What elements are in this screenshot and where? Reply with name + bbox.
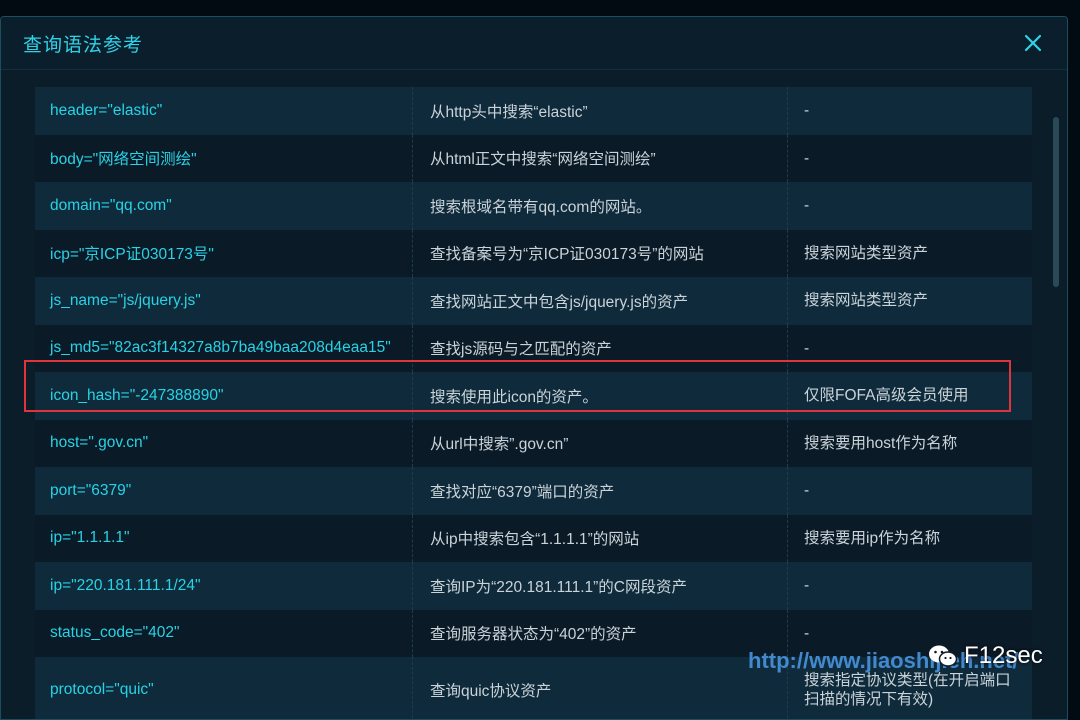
note-cell: 搜索要用host作为名称: [804, 434, 958, 452]
syntax-cell: status_code="402": [35, 609, 413, 657]
syntax-cell: domain="qq.com": [35, 182, 413, 230]
description-cell: 搜索根域名带有qq.com的网站。: [413, 182, 788, 230]
table-row: icon_hash="-247388890" 搜索使用此icon的资产。 仅限FOF…: [35, 372, 1032, 420]
modal-title: 查询语法参考: [23, 34, 144, 56]
table-row: body="网络空间测绘" 从html正文中搜索“网络空间测绘” -: [35, 134, 1032, 182]
table-row: ip="1.1.1.1" 从ip中搜索包含“1.1.1.1”的网站 搜索要用ip作为…: [35, 514, 1032, 562]
note-cell: 仅限FOFA高级会员使用: [804, 387, 969, 405]
description-cell: 从html正文中搜索“网络空间测绘”: [413, 134, 788, 182]
table-row: js_md5="82ac3f14327a8b7ba49baa208d4eaa15…: [35, 324, 1032, 372]
note-cell: -: [804, 624, 810, 642]
description-cell: 查询IP为“220.181.111.1”的C网段资产: [413, 562, 788, 610]
table-row: domain="qq.com" 搜索根域名带有qq.com的网站。 -: [35, 182, 1032, 230]
note-cell: 搜索指定协议类型(在开启端口 扫描的情况下有效): [804, 672, 1011, 708]
modal-header: 查询语法参考: [1, 17, 1067, 70]
syntax-table: header="elastic" 从http头中搜索“elastic” - body=…: [35, 87, 1032, 719]
note-cell: -: [804, 149, 810, 167]
close-icon[interactable]: [1021, 31, 1045, 55]
note-cell: 搜索网站类型资产: [804, 244, 929, 262]
description-cell: 从http头中搜索“elastic”: [413, 87, 788, 135]
description-cell: 查询quic协议资产: [413, 657, 788, 719]
table-row: port="6379" 查找对应“6379”端口的资产 -: [35, 467, 1032, 515]
syntax-cell: ip="220.181.111.1/24": [35, 562, 413, 610]
description-cell: 从url中搜索”.gov.cn”: [413, 419, 788, 467]
note-cell: 搜索要用ip作为名称: [804, 529, 941, 547]
note-cell: -: [804, 577, 810, 595]
syntax-cell: ip="1.1.1.1": [35, 514, 413, 562]
description-cell: 从ip中搜索包含“1.1.1.1”的网站: [413, 514, 788, 562]
description-cell: 查找备案号为“京ICP证030173号”的网站: [413, 229, 788, 277]
syntax-cell: protocol="quic": [35, 657, 413, 719]
description-cell: 查找网站正文中包含js/jquery.js的资产: [413, 277, 788, 325]
table-row: host=".gov.cn" 从url中搜索”.gov.cn” 搜索要用host作为…: [35, 419, 1032, 467]
description-cell: 查找对应“6379”端口的资产: [413, 467, 788, 515]
table-row: header="elastic" 从http头中搜索“elastic” -: [35, 87, 1032, 135]
syntax-cell: js_name="js/jquery.js": [35, 277, 413, 325]
modal-body: header="elastic" 从http头中搜索“elastic” - body=…: [1, 87, 1067, 719]
syntax-cell: icp="京ICP证030173号": [35, 229, 413, 277]
note-cell: -: [804, 339, 810, 357]
syntax-cell: icon_hash="-247388890": [35, 372, 413, 420]
table-row: protocol="quic" 查询quic协议资产 搜索指定协议类型(在开启端口扫…: [35, 657, 1032, 719]
table-row: ip="220.181.111.1/24" 查询IP为“220.181.111.1…: [35, 562, 1032, 610]
description-cell: 查找js源码与之匹配的资产: [413, 324, 788, 372]
query-syntax-modal: 查询语法参考 header="elastic" 从http头中搜索“elastic…: [0, 16, 1068, 720]
description-cell: 查询服务器状态为“402”的资产: [413, 609, 788, 657]
syntax-cell: header="elastic": [35, 87, 413, 135]
syntax-cell: body="网络空间测绘": [35, 134, 413, 182]
note-cell: -: [804, 102, 810, 120]
description-cell: 搜索使用此icon的资产。: [413, 372, 788, 420]
syntax-cell: js_md5="82ac3f14327a8b7ba49baa208d4eaa15…: [35, 324, 413, 372]
note-cell: -: [804, 197, 810, 215]
table-row: js_name="js/jquery.js" 查找网站正文中包含js/jquery…: [35, 277, 1032, 325]
table-row: status_code="402" 查询服务器状态为“402”的资产 -: [35, 609, 1032, 657]
table-row: icp="京ICP证030173号" 查找备案号为“京ICP证030173号”的网…: [35, 229, 1032, 277]
scrollbar-thumb[interactable]: [1053, 117, 1059, 287]
syntax-cell: port="6379": [35, 467, 413, 515]
syntax-cell: host=".gov.cn": [35, 419, 413, 467]
note-cell: 搜索网站类型资产: [804, 292, 929, 310]
note-cell: -: [804, 482, 810, 500]
